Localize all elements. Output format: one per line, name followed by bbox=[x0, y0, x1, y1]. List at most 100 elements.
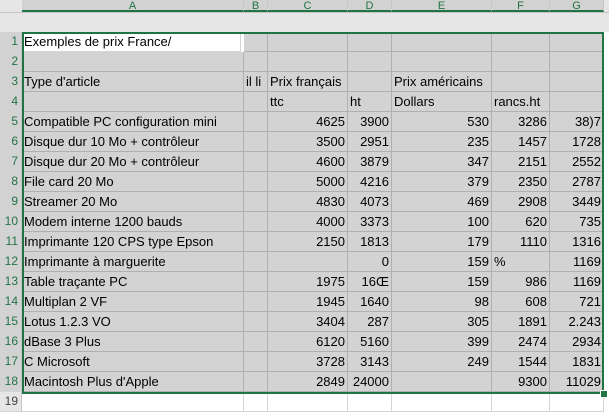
cell-g13[interactable]: 1169 bbox=[550, 272, 604, 292]
cell-c11[interactable]: 2150 bbox=[268, 232, 348, 252]
row-header-6[interactable]: 6 bbox=[0, 132, 22, 152]
cell-e13[interactable]: 159 bbox=[392, 272, 492, 292]
cell-d13[interactable]: 16Œ bbox=[348, 272, 392, 292]
column-header-e[interactable]: E bbox=[392, 0, 492, 12]
cell-g10[interactable]: 735 bbox=[550, 212, 604, 232]
cell-a12[interactable]: Imprimante à marguerite bbox=[22, 252, 244, 272]
cell-e12[interactable]: 159 bbox=[392, 252, 492, 272]
cell-c9[interactable]: 4830 bbox=[268, 192, 348, 212]
cell-b9[interactable] bbox=[244, 192, 268, 212]
cell-f10[interactable]: 620 bbox=[492, 212, 550, 232]
cell-d14[interactable]: 1640 bbox=[348, 292, 392, 312]
cell-f1[interactable] bbox=[492, 32, 550, 52]
row-header-17[interactable]: 17 bbox=[0, 352, 22, 372]
cell-a9[interactable]: Streamer 20 Mo bbox=[22, 192, 244, 212]
cell-e17[interactable]: 249 bbox=[392, 352, 492, 372]
column-header-g[interactable]: G bbox=[550, 0, 604, 12]
cell-b14[interactable] bbox=[244, 292, 268, 312]
cell-c2[interactable] bbox=[268, 52, 348, 72]
select-all-corner[interactable] bbox=[0, 0, 23, 12]
cell-g6[interactable]: 1728 bbox=[550, 132, 604, 152]
cell-f12[interactable]: % bbox=[492, 252, 550, 272]
cell-d6[interactable]: 2951 bbox=[348, 132, 392, 152]
cell-e3[interactable]: Prix américains bbox=[392, 72, 492, 92]
row-header-5[interactable]: 5 bbox=[0, 112, 22, 132]
cell-a19[interactable] bbox=[22, 392, 244, 412]
cell-f2[interactable] bbox=[492, 52, 550, 72]
cell-b12[interactable] bbox=[244, 252, 268, 272]
cell-g14[interactable]: 721 bbox=[550, 292, 604, 312]
cell-d7[interactable]: 3879 bbox=[348, 152, 392, 172]
cell-c13[interactable]: 1975 bbox=[268, 272, 348, 292]
cell-f14[interactable]: 608 bbox=[492, 292, 550, 312]
cell-g17[interactable]: 1831 bbox=[550, 352, 604, 372]
row-header-12[interactable]: 12 bbox=[0, 252, 22, 272]
row-header-3[interactable]: 3 bbox=[0, 72, 22, 92]
cell-c19[interactable] bbox=[268, 392, 348, 412]
cell-g3[interactable] bbox=[550, 72, 604, 92]
cell-g15[interactable]: 2.243 bbox=[550, 312, 604, 332]
cell-a18[interactable]: Macintosh Plus d'Apple bbox=[22, 372, 244, 392]
cell-g19[interactable] bbox=[550, 392, 604, 412]
cell-e1[interactable] bbox=[392, 32, 492, 52]
cell-d18[interactable]: 24000 bbox=[348, 372, 392, 392]
cell-c18[interactable]: 2849 bbox=[268, 372, 348, 392]
cell-d8[interactable]: 4216 bbox=[348, 172, 392, 192]
cell-f15[interactable]: 1891 bbox=[492, 312, 550, 332]
cell-e4[interactable]: Dollars bbox=[392, 92, 492, 112]
column-header-a[interactable]: A bbox=[22, 0, 244, 12]
cell-c10[interactable]: 4000 bbox=[268, 212, 348, 232]
cell-g9[interactable]: 3449 bbox=[550, 192, 604, 212]
cell-e15[interactable]: 305 bbox=[392, 312, 492, 332]
row-header-13[interactable]: 13 bbox=[0, 272, 22, 292]
cell-b6[interactable] bbox=[244, 132, 268, 152]
cell-b15[interactable] bbox=[244, 312, 268, 332]
cell-b5[interactable] bbox=[244, 112, 268, 132]
cell-d17[interactable]: 3143 bbox=[348, 352, 392, 372]
cell-g2[interactable] bbox=[550, 52, 604, 72]
cell-c16[interactable]: 6120 bbox=[268, 332, 348, 352]
cell-f6[interactable]: 1457 bbox=[492, 132, 550, 152]
cell-b18[interactable] bbox=[244, 372, 268, 392]
cell-a5[interactable]: Compatible PC configuration mini bbox=[22, 112, 244, 132]
cell-a10[interactable]: Modem interne 1200 bauds bbox=[22, 212, 244, 232]
cell-a3[interactable]: Type d'article bbox=[22, 72, 244, 92]
cell-g4[interactable] bbox=[550, 92, 604, 112]
cell-f11[interactable]: 1110 bbox=[492, 232, 550, 252]
cell-c17[interactable]: 3728 bbox=[268, 352, 348, 372]
cell-a16[interactable]: dBase 3 Plus bbox=[22, 332, 244, 352]
column-header-b[interactable]: B bbox=[244, 0, 268, 12]
cell-b11[interactable] bbox=[244, 232, 268, 252]
row-header-4[interactable]: 4 bbox=[0, 92, 22, 112]
cell-b19[interactable] bbox=[244, 392, 268, 412]
cell-f13[interactable]: 986 bbox=[492, 272, 550, 292]
column-header-c[interactable]: C bbox=[268, 0, 348, 12]
cell-g1[interactable] bbox=[550, 32, 604, 52]
cell-e10[interactable]: 100 bbox=[392, 212, 492, 232]
row-header-7[interactable]: 7 bbox=[0, 152, 22, 172]
row-header-11[interactable]: 11 bbox=[0, 232, 22, 252]
cell-f16[interactable]: 2474 bbox=[492, 332, 550, 352]
cell-a15[interactable]: Lotus 1.2.3 VO bbox=[22, 312, 244, 332]
row-header-19[interactable]: 19 bbox=[0, 392, 22, 412]
cell-d19[interactable] bbox=[348, 392, 392, 412]
cell-d2[interactable] bbox=[348, 52, 392, 72]
cell-c7[interactable]: 4600 bbox=[268, 152, 348, 172]
cell-d3[interactable] bbox=[348, 72, 392, 92]
cell-a11[interactable]: Imprimante 120 CPS type Epson bbox=[22, 232, 244, 252]
cell-c4[interactable]: ttc bbox=[268, 92, 348, 112]
cell-b10[interactable] bbox=[244, 212, 268, 232]
cell-a17[interactable]: C Microsoft bbox=[22, 352, 244, 372]
cell-f7[interactable]: 2151 bbox=[492, 152, 550, 172]
cell-b16[interactable] bbox=[244, 332, 268, 352]
cell-e5[interactable]: 530 bbox=[392, 112, 492, 132]
cell-e8[interactable]: 379 bbox=[392, 172, 492, 192]
cell-f8[interactable]: 2350 bbox=[492, 172, 550, 192]
cell-a13[interactable]: Table traçante PC bbox=[22, 272, 244, 292]
cell-e7[interactable]: 347 bbox=[392, 152, 492, 172]
cell-c15[interactable]: 3404 bbox=[268, 312, 348, 332]
cell-d5[interactable]: 3900 bbox=[348, 112, 392, 132]
row-header-8[interactable]: 8 bbox=[0, 172, 22, 192]
cell-g18[interactable]: 11029 bbox=[550, 372, 604, 392]
row-header-18[interactable]: 18 bbox=[0, 372, 22, 392]
